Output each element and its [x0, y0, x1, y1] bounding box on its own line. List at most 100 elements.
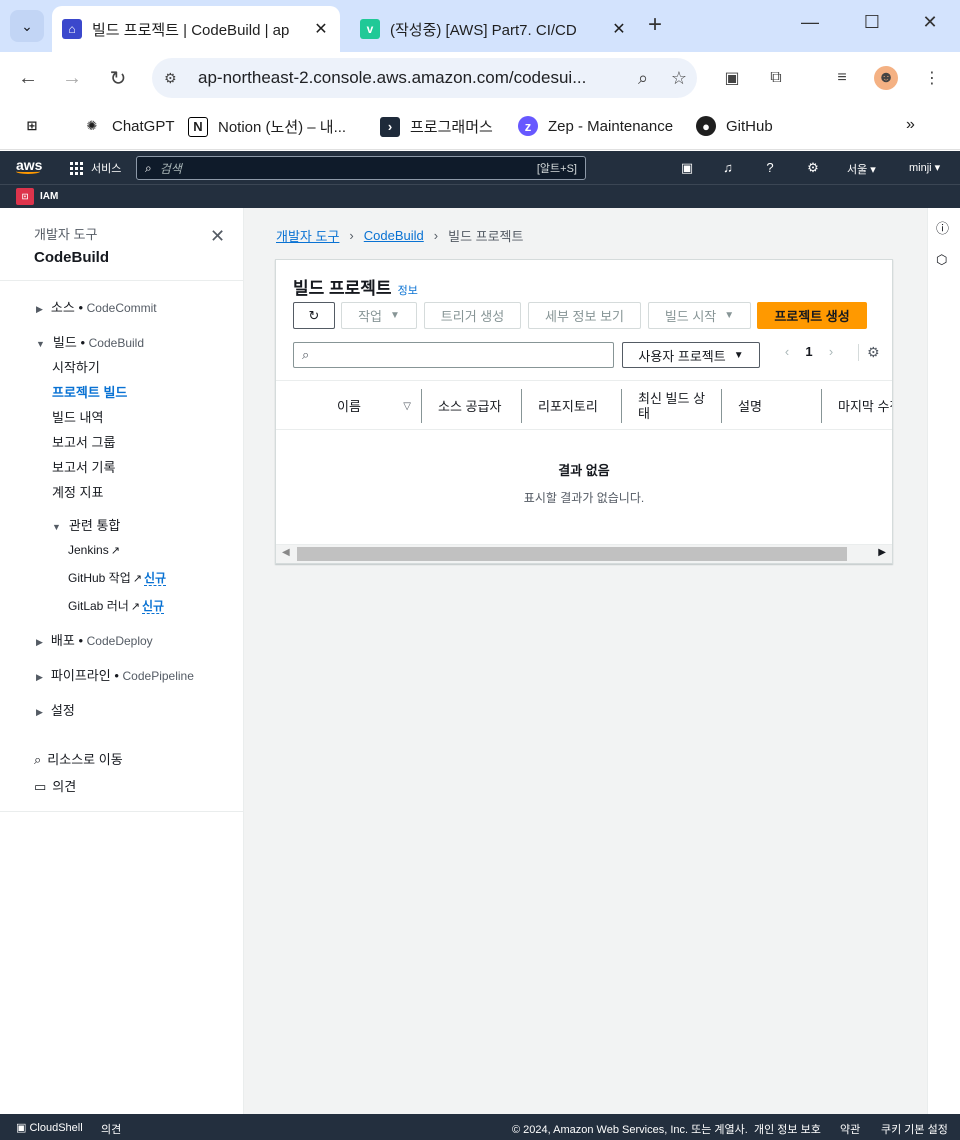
breadcrumb-current: 빌드 프로젝트: [448, 229, 524, 244]
minimize-icon[interactable]: —: [790, 12, 830, 33]
forward-arrow-icon[interactable]: →: [60, 66, 84, 90]
close-tab-icon[interactable]: ✕: [606, 19, 632, 39]
sidenav-item-build-projects[interactable]: 프로젝트 빌드: [52, 382, 127, 401]
view-details-button[interactable]: 세부 정보 보기: [528, 302, 641, 329]
bookmark-chatgpt[interactable]: ✺ ChatGPT: [82, 116, 175, 136]
aws-logo[interactable]: aws: [16, 157, 42, 174]
sort-down-icon[interactable]: ▽: [403, 399, 411, 414]
services-menu[interactable]: 서비스: [70, 160, 121, 176]
profile-avatar-icon[interactable]: ☻: [874, 66, 898, 90]
help-panel-icon[interactable]: ⬡: [936, 252, 947, 268]
sidenav-section-build[interactable]: ▼ 빌드 • CodeBuild: [36, 332, 144, 351]
terms-link[interactable]: 약관: [840, 1121, 860, 1137]
column-header-description[interactable]: 설명: [721, 389, 821, 423]
cookie-preferences-link[interactable]: 쿠키 기본 설정: [881, 1121, 948, 1137]
scrollbar-thumb[interactable]: [297, 547, 847, 561]
aws-console-nav: aws 서비스 ⌕ 검색 [알트+S] ▣ ♫ ? ⚙ 서울 ▾ minji ▾: [0, 151, 960, 184]
notion-icon: N: [188, 116, 208, 137]
column-header-last-modified[interactable]: 마지막 수정: [821, 389, 892, 423]
sidenav-section-source[interactable]: ▶ 소스 • CodeCommit: [36, 297, 157, 316]
create-trigger-button[interactable]: 트리거 생성: [424, 302, 521, 329]
scroll-left-icon[interactable]: ◀: [282, 547, 290, 558]
project-scope-select[interactable]: 사용자 프로젝트 ▼: [622, 342, 760, 368]
next-page-icon[interactable]: ›: [820, 344, 842, 359]
info-panel-icon[interactable]: ⓘ: [936, 218, 949, 237]
sidenav-item-build-history[interactable]: 빌드 내역: [52, 407, 103, 426]
refresh-button[interactable]: ↻: [293, 302, 335, 329]
footer-feedback-link[interactable]: 의견: [101, 1121, 121, 1137]
sidenav-item-gitlab-runner[interactable]: GitLab 러너 ↗ 신규: [68, 597, 165, 614]
sidenav-item-report-history[interactable]: 보고서 기록: [52, 457, 115, 476]
more-bookmarks-icon[interactable]: »: [906, 116, 915, 134]
url-text[interactable]: ap-northeast-2.console.aws.amazon.com/co…: [198, 68, 625, 88]
apps-grid-icon[interactable]: ⊞: [22, 116, 52, 136]
close-tab-icon[interactable]: ✕: [308, 19, 334, 39]
bookmark-programmers[interactable]: › 프로그래머스: [380, 116, 493, 137]
sidenav-feedback[interactable]: ▭ 의견: [34, 776, 76, 795]
sidenav-section-integrations[interactable]: ▼ 관련 통합: [52, 515, 120, 534]
breadcrumb-codebuild[interactable]: CodeBuild: [364, 228, 424, 243]
help-icon[interactable]: ?: [762, 160, 778, 175]
back-arrow-icon[interactable]: ←: [16, 66, 40, 90]
settings-gear-icon[interactable]: ⚙: [805, 160, 821, 176]
reload-icon[interactable]: ↻: [106, 66, 130, 90]
sidenav-section-settings[interactable]: ▶ 설정: [36, 700, 75, 719]
sidenav-section-pipeline[interactable]: ▶ 파이프라인 • CodePipeline: [36, 665, 194, 684]
privacy-link[interactable]: 개인 정보 보호: [754, 1121, 821, 1137]
bookmark-github[interactable]: ● GitHub: [696, 116, 773, 136]
browser-tab-codebuild[interactable]: ⌂ 빌드 프로젝트 | CodeBuild | ap ✕: [52, 6, 340, 52]
region-selector[interactable]: 서울 ▾: [847, 161, 876, 177]
cloudshell-icon[interactable]: ▣: [679, 160, 695, 176]
tab-search-button[interactable]: ⌄: [10, 10, 44, 42]
window-close-icon[interactable]: ✕: [910, 12, 950, 33]
column-header-latest-build-status[interactable]: 최신 빌드 상태: [621, 389, 721, 423]
prev-page-icon[interactable]: ‹: [776, 344, 798, 359]
column-header-name[interactable]: 이름 ▽: [321, 389, 421, 423]
zoom-icon[interactable]: ⌕: [625, 68, 661, 89]
bookmark-zep[interactable]: z Zep - Maintenance: [518, 116, 673, 136]
current-page[interactable]: 1: [798, 344, 820, 359]
table-preferences-gear-icon[interactable]: ⚙: [858, 344, 880, 361]
zep-icon: z: [518, 116, 538, 136]
actions-dropdown-button[interactable]: 작업 ▼: [341, 302, 417, 329]
scroll-right-icon[interactable]: ▶: [878, 547, 886, 558]
maximize-icon[interactable]: ☐: [852, 12, 892, 33]
start-build-button[interactable]: 빌드 시작 ▼: [648, 302, 751, 329]
horizontal-scrollbar[interactable]: ◀ ▶: [276, 544, 892, 563]
site-settings-icon[interactable]: ⚙: [164, 70, 184, 87]
create-project-button[interactable]: 프로젝트 생성: [757, 302, 867, 329]
sidenav-section-deploy[interactable]: ▶ 배포 • CodeDeploy: [36, 630, 153, 649]
new-tab-plus-icon[interactable]: +: [648, 12, 662, 38]
column-header-source-provider[interactable]: 소스 공급자: [421, 389, 521, 423]
caret-down-icon: ▼: [52, 522, 61, 532]
notifications-bell-icon[interactable]: ♫: [720, 160, 736, 175]
aws-search-input[interactable]: ⌕ 검색 [알트+S]: [136, 156, 586, 180]
bookmark-notion[interactable]: N Notion (노션) – 내...: [188, 116, 346, 137]
breadcrumb: 개발자 도구 › CodeBuild › 빌드 프로젝트: [276, 226, 523, 245]
sidenav-item-jenkins[interactable]: Jenkins ↗: [68, 543, 122, 557]
bookmark-star-icon[interactable]: ☆: [661, 68, 697, 89]
column-header-repository[interactable]: 리포지토리: [521, 389, 621, 423]
address-bar[interactable]: ⚙ ap-northeast-2.console.aws.amazon.com/…: [152, 58, 697, 98]
search-icon: ⌕: [145, 160, 152, 175]
close-icon[interactable]: ✕: [210, 226, 225, 247]
project-filter-input[interactable]: ⌕: [293, 342, 614, 368]
browser-tab-velog[interactable]: v (작성중) [AWS] Part7. CI/CD ✕: [348, 6, 638, 52]
cloudshell-button[interactable]: ▣ CloudShell: [16, 1121, 83, 1134]
favorite-iam[interactable]: ⊡ IAM: [16, 188, 58, 205]
extensions-puzzle-icon[interactable]: ⧉: [764, 66, 788, 90]
favorites-bar: ⊡ IAM: [0, 184, 960, 208]
info-link[interactable]: 정보: [398, 285, 418, 297]
empty-state: 결과 없음 표시할 결과가 없습니다.: [276, 460, 892, 506]
media-control-icon[interactable]: ≡: [830, 66, 854, 90]
sidenav-item-account-metrics[interactable]: 계정 지표: [52, 482, 103, 501]
sidenav-go-to-resource[interactable]: ⌕ 리소스로 이동: [34, 749, 123, 768]
console-footer: ▣ CloudShell 의견 © 2024, Amazon Web Servi…: [0, 1114, 960, 1140]
sidenav-item-report-groups[interactable]: 보고서 그룹: [52, 432, 115, 451]
sidenav-item-getting-started[interactable]: 시작하기: [52, 357, 100, 376]
sidenav-item-github-actions[interactable]: GitHub 작업 ↗ 신규: [68, 569, 167, 586]
chrome-menu-icon[interactable]: ⋮: [920, 66, 944, 90]
account-menu[interactable]: minji ▾: [909, 161, 940, 174]
extension-icon[interactable]: ▣: [720, 66, 744, 90]
breadcrumb-developer-tools[interactable]: 개발자 도구: [276, 226, 339, 245]
